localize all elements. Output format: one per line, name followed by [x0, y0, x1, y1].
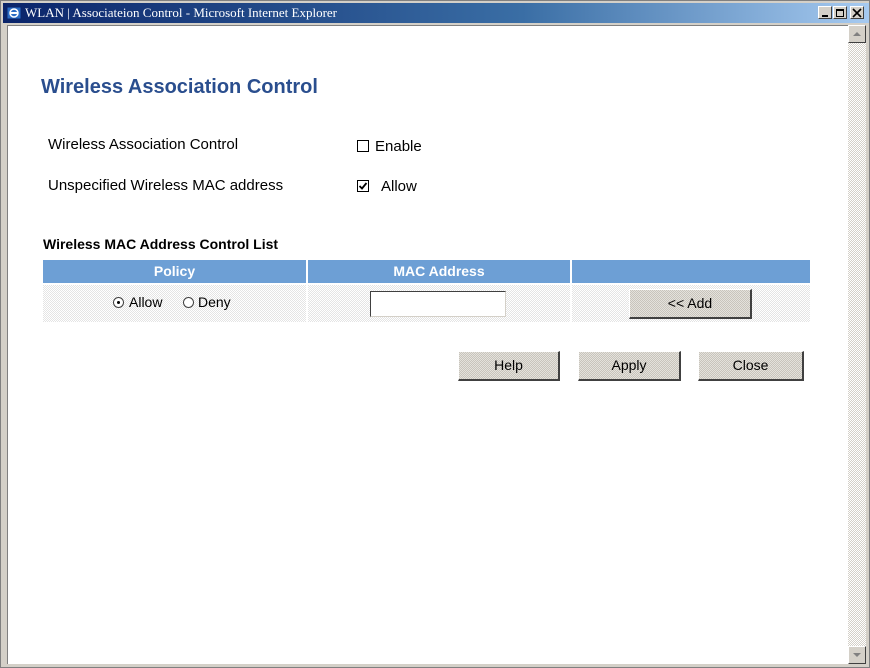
enable-checkbox[interactable]	[357, 140, 369, 152]
policy-allow-radio[interactable]	[113, 297, 124, 308]
column-header-policy: Policy	[43, 260, 306, 283]
association-control-label: Wireless Association Control	[48, 136, 239, 153]
mac-list-title: Wireless MAC Address Control List	[43, 236, 279, 252]
internet-explorer-icon	[6, 5, 22, 21]
policy-deny-radio[interactable]	[183, 297, 194, 308]
enable-checkbox-label[interactable]: Enable	[375, 138, 422, 155]
close-window-button[interactable]	[850, 6, 864, 19]
checkmark-icon	[358, 182, 368, 190]
help-button[interactable]: Help	[458, 351, 560, 381]
maximize-button[interactable]	[833, 6, 847, 19]
minimize-icon	[822, 15, 828, 17]
scroll-up-button[interactable]	[848, 25, 866, 43]
window-title: WLAN | Associateion Control - Microsoft …	[25, 5, 337, 20]
browser-window: WLAN | Associateion Control - Microsoft …	[0, 0, 870, 668]
vertical-scrollbar[interactable]	[848, 25, 866, 664]
arrow-up-icon	[853, 32, 861, 36]
mac-address-input[interactable]	[370, 291, 506, 317]
column-header-mac-address: MAC Address	[308, 260, 570, 283]
minimize-button[interactable]	[818, 6, 832, 19]
close-icon	[852, 8, 862, 18]
page-content: Wireless Association Control Wireless As…	[7, 25, 848, 664]
close-button[interactable]: Close	[698, 351, 804, 381]
policy-cell: Allow Deny	[43, 285, 306, 322]
column-header-action	[572, 260, 810, 283]
arrow-down-icon	[853, 653, 861, 657]
page-title: Wireless Association Control	[41, 76, 318, 98]
maximize-icon	[836, 9, 844, 17]
allow-unspecified-checkbox[interactable]	[357, 180, 369, 192]
policy-deny-label[interactable]: Deny	[198, 294, 231, 310]
mac-address-cell	[308, 285, 570, 322]
mac-control-table: Policy MAC Address Allow Deny << Add	[43, 260, 810, 324]
policy-allow-label[interactable]: Allow	[129, 294, 162, 310]
add-cell: << Add	[572, 285, 810, 322]
title-bar[interactable]: WLAN | Associateion Control - Microsoft …	[3, 3, 869, 23]
allow-checkbox-label[interactable]: Allow	[381, 178, 417, 195]
add-button[interactable]: << Add	[629, 289, 752, 319]
unspecified-mac-label: Unspecified Wireless MAC address	[48, 177, 284, 194]
apply-button[interactable]: Apply	[578, 351, 681, 381]
scroll-down-button[interactable]	[848, 646, 866, 664]
